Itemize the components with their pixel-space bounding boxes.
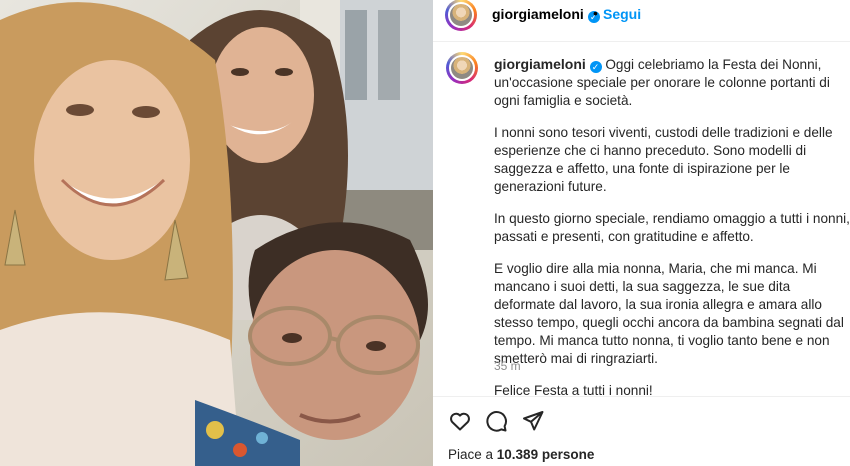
- header-avatar[interactable]: [445, 0, 477, 31]
- post-caption: giorgiameloni ✓ Oggi celebriamo la Festa…: [494, 55, 850, 414]
- likes-prefix: Piace a: [448, 447, 497, 462]
- caption-paragraph: I nonni sono tesori viventi, custodi del…: [494, 125, 833, 194]
- likes-number: 10.389: [496, 447, 539, 462]
- caption-avatar[interactable]: [446, 52, 478, 84]
- post-panel: giorgiameloni ✓ • Segui giorgiameloni ✓ …: [433, 0, 850, 466]
- action-bar: [433, 396, 850, 447]
- heart-icon[interactable]: [448, 409, 472, 433]
- follow-button[interactable]: Segui: [603, 6, 641, 22]
- caption-paragraph: E voglio dire alla mia nonna, Maria, che…: [494, 261, 844, 366]
- caption-first-paragraph: giorgiameloni ✓ Oggi celebriamo la Festa…: [494, 55, 850, 110]
- post-photo[interactable]: [0, 0, 433, 466]
- header-username-row: giorgiameloni ✓: [492, 6, 600, 23]
- share-icon[interactable]: [521, 409, 545, 433]
- likes-suffix: persone: [538, 447, 595, 462]
- comment-icon[interactable]: [484, 409, 508, 433]
- caption-username[interactable]: giorgiameloni: [494, 56, 586, 72]
- post-header: giorgiameloni ✓ • Segui: [433, 0, 850, 42]
- verified-badge-icon: ✓: [589, 61, 602, 73]
- header-username[interactable]: giorgiameloni: [492, 6, 584, 22]
- separator-dot: •: [593, 5, 598, 21]
- post-timestamp[interactable]: 35 m: [494, 359, 521, 373]
- likes-count[interactable]: Piace a 10.389 persone: [448, 447, 594, 462]
- photo-illustration: [0, 0, 433, 466]
- caption-paragraph: In questo giorno speciale, rendiamo omag…: [494, 211, 850, 244]
